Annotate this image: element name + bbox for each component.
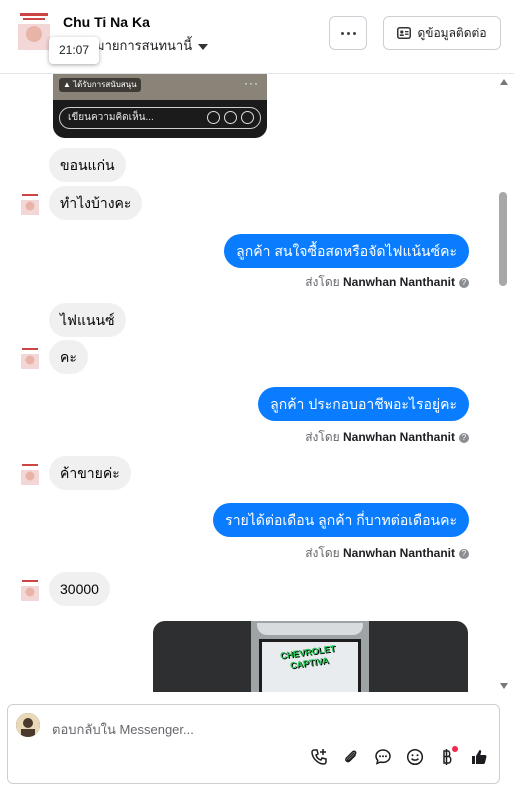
- scrollbar-thumb[interactable]: [499, 192, 507, 286]
- view-contact-button[interactable]: ดูข้อมูลติดต่อ: [383, 16, 501, 50]
- sender-name[interactable]: Nanwhan Nanthanit: [343, 430, 455, 444]
- sent-by-prefix: ส่งโดย: [305, 275, 340, 289]
- outgoing-message[interactable]: ลูกค้า ประกอบอาชีพอะไรอยู่คะ: [258, 387, 469, 421]
- composer-toolbar: [309, 746, 489, 767]
- message-list[interactable]: ▲ ได้รับการสนับสนุน ··· เขียนความคิดเห็น…: [0, 74, 496, 692]
- video-more-icon[interactable]: ···: [244, 76, 259, 90]
- contact-avatar-small: [19, 192, 41, 218]
- megaphone-icon: ▲: [63, 80, 74, 89]
- scroll-up-arrow-icon[interactable]: [500, 79, 508, 85]
- messenger-app: Chu Ti Na Ka มายการสนทนานี้ 21:07 ดูข้อม…: [0, 0, 514, 792]
- contact-name[interactable]: Chu Ti Na Ka: [63, 14, 150, 30]
- info-icon[interactable]: ?: [459, 548, 469, 559]
- reply-input[interactable]: ตอบกลับใน Messenger...: [52, 719, 194, 740]
- view-contact-label: ดูข้อมูลติดต่อ: [417, 25, 487, 40]
- assign-label: มายการสนทนานี้: [96, 38, 193, 53]
- message-composer: ตอบกลับใน Messenger...: [7, 704, 500, 784]
- outgoing-photo[interactable]: CHEVROLET CAPTIVA: [153, 621, 468, 692]
- sent-by-label: ส่งโดย Nanwhan Nanthanit?: [305, 544, 469, 563]
- contact-avatar-small: [19, 578, 41, 604]
- page-avatar: [16, 713, 40, 737]
- sender-name[interactable]: Nanwhan Nanthanit: [343, 275, 455, 289]
- incoming-message[interactable]: ทำไงบ้างคะ: [49, 186, 143, 220]
- caret-down-icon: [198, 43, 209, 50]
- dot-icon: [346, 31, 350, 35]
- info-icon[interactable]: ?: [459, 277, 469, 288]
- shared-video-card[interactable]: ▲ ได้รับการสนับสนุน ··· เขียนความคิดเห็น…: [53, 74, 267, 138]
- incoming-message[interactable]: 30000: [49, 572, 110, 606]
- scroll-down-arrow-icon[interactable]: [500, 683, 508, 689]
- timestamp-tooltip: 21:07: [49, 37, 99, 64]
- outgoing-message[interactable]: รายได้ต่อเดือน ลูกค้า กี่บาทต่อเดือนคะ: [213, 503, 469, 537]
- sent-by-label: ส่งโดย Nanwhan Nanthanit?: [305, 428, 469, 447]
- outgoing-message[interactable]: ลูกค้า สนใจซื้อสดหรือจัดไฟแน้นซ์คะ: [224, 234, 469, 268]
- camera-icon[interactable]: [207, 111, 220, 124]
- conversation-header: Chu Ti Na Ka มายการสนทนานี้ 21:07 ดูข้อม…: [0, 0, 514, 74]
- scrollbar[interactable]: [497, 76, 511, 692]
- comment-placeholder: เขียนความคิดเห็น...: [68, 112, 154, 123]
- thumbs-up-icon[interactable]: [469, 747, 489, 767]
- sponsored-label: ได้รับการสนับสนุน: [73, 80, 137, 89]
- gif-icon[interactable]: [241, 111, 254, 124]
- sponsored-badge: ▲ ได้รับการสนับสนุน: [59, 78, 141, 92]
- dot-icon: [352, 31, 356, 35]
- incoming-message[interactable]: ไฟแนนซ์: [49, 303, 126, 337]
- sent-by-label: ส่งโดย Nanwhan Nanthanit?: [305, 273, 469, 292]
- video-comment-field[interactable]: เขียนความคิดเห็น...: [59, 107, 261, 129]
- contact-avatar-small: [19, 346, 41, 372]
- paperclip-icon[interactable]: [341, 747, 361, 767]
- dot-icon: [340, 31, 344, 35]
- emoji-icon[interactable]: [224, 111, 237, 124]
- notification-dot: [452, 746, 458, 752]
- smiley-icon[interactable]: [405, 747, 425, 767]
- sent-by-prefix: ส่งโดย: [305, 430, 340, 444]
- sender-name[interactable]: Nanwhan Nanthanit: [343, 546, 455, 560]
- incoming-message[interactable]: ขอนแก่น: [49, 148, 126, 182]
- conversation-assign-dropdown[interactable]: มายการสนทนานี้: [96, 35, 209, 56]
- sent-by-prefix: ส่งโดย: [305, 546, 340, 560]
- chat-bubble-icon[interactable]: [373, 747, 393, 767]
- contact-card-icon: [397, 27, 412, 39]
- baht-icon[interactable]: [437, 746, 458, 767]
- contact-avatar-small: [19, 462, 41, 488]
- phone-plus-icon[interactable]: [309, 747, 329, 767]
- incoming-message[interactable]: ค้าขายค่ะ: [49, 456, 131, 490]
- info-icon[interactable]: ?: [459, 432, 469, 443]
- contact-avatar[interactable]: [14, 10, 54, 56]
- incoming-message[interactable]: คะ: [49, 340, 88, 374]
- more-options-button[interactable]: [329, 16, 367, 50]
- photo-content: [257, 623, 363, 635]
